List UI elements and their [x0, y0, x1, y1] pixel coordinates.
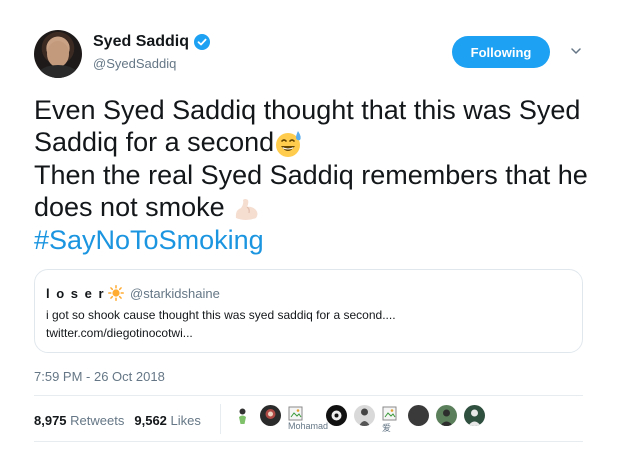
liker-avatar-3[interactable] [326, 405, 347, 426]
liker-avatar-broken-2[interactable]: 爱 [382, 406, 398, 433]
sweat-smile-emoji-icon [276, 130, 301, 157]
verified-badge-icon [194, 34, 211, 50]
retweets-label: Retweets [70, 413, 125, 428]
tweet-line-2: Saddiq for a second [34, 127, 275, 157]
tweet-stats: 8,975 Retweets 9,562 Likes [34, 413, 201, 428]
chevron-down-icon[interactable] [571, 46, 581, 56]
tweet-card: Syed Saddiq @SyedSaddiq Following Even S… [0, 0, 620, 449]
likes-stat[interactable]: 9,562 Likes [134, 413, 201, 428]
liker-avatar-1[interactable] [232, 405, 253, 426]
liker-avatar-7[interactable] [464, 405, 485, 426]
quoted-author-name: l o s e r [46, 285, 106, 301]
liker-avatar-broken-1[interactable]: Mohamad [288, 406, 328, 431]
tweet-text: Even Syed Saddiq thought that this was S… [34, 94, 594, 256]
likes-count: 9,562 [134, 413, 167, 428]
divider-top [34, 395, 583, 396]
liker-avatar-2[interactable] [260, 405, 281, 426]
quoted-text: i got so shook cause thought this was sy… [46, 306, 396, 342]
author-name[interactable]: Syed Saddiq [93, 33, 189, 51]
stats-separator [220, 404, 221, 434]
quoted-tweet[interactable]: l o s e r @starkidshaine i got so shook … [34, 269, 583, 353]
liker-avatar-4[interactable] [354, 405, 375, 426]
hashtag-link[interactable]: #SayNoToSmoking [34, 225, 264, 255]
quoted-text-line-1: i got so shook cause thought this was sy… [46, 308, 396, 322]
quoted-author-handle: @starkidshaine [130, 285, 220, 301]
tweet-line-3: Then the real Syed Saddiq remembers that… [34, 159, 588, 190]
quoted-link[interactable]: twitter.com/diegotinocotwi... [46, 324, 396, 342]
retweets-count: 8,975 [34, 413, 67, 428]
divider-bottom [34, 441, 583, 442]
liker-broken-label-1: Mohamad [288, 421, 329, 431]
author-name-row[interactable]: Syed Saddiq [93, 33, 211, 51]
liker-avatars: Mohamad 爱 [232, 405, 492, 433]
broken-image-icon [288, 406, 303, 421]
tweet-line-1: Even Syed Saddiq thought that this was S… [34, 95, 581, 125]
broken-image-icon [382, 406, 397, 421]
author-avatar[interactable] [34, 30, 82, 78]
likes-label: Likes [170, 413, 201, 428]
tweet-line-4: does not smoke [34, 191, 225, 222]
author-handle[interactable]: @SyedSaddiq [93, 56, 176, 71]
liker-avatar-6[interactable] [436, 405, 457, 426]
retweets-stat[interactable]: 8,975 Retweets [34, 413, 124, 428]
sun-emoji-icon [108, 285, 124, 301]
avatar-shirt [38, 65, 78, 78]
quoted-author-row: l o s e r @starkidshaine [46, 285, 220, 301]
tweet-timestamp[interactable]: 7:59 PM - 26 Oct 2018 [34, 369, 165, 384]
flexed-biceps-emoji-icon [235, 198, 258, 220]
liker-broken-label-2: 爱 [382, 423, 392, 433]
avatar-face [47, 41, 69, 67]
liker-avatar-5[interactable] [408, 405, 429, 426]
following-button[interactable]: Following [452, 36, 550, 68]
